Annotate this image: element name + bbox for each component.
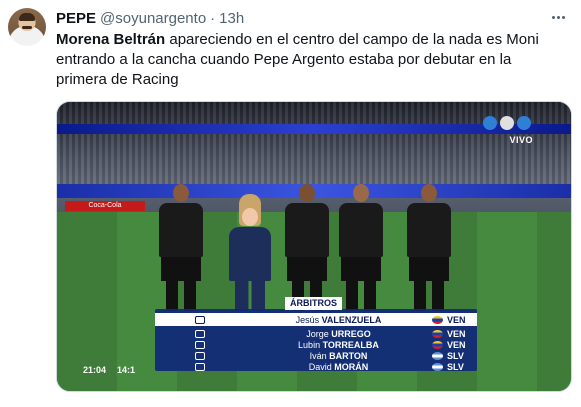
figure-shorts xyxy=(287,257,327,281)
figure-head xyxy=(299,184,315,202)
officials-caption-title: ÁRBITROS xyxy=(285,297,342,310)
referee-figure xyxy=(159,184,203,311)
figure-head xyxy=(173,184,189,202)
var-screen-icon xyxy=(195,362,205,371)
tweet-text: Morena Beltrán apareciendo en el centro … xyxy=(56,30,561,90)
official-last: BARTON xyxy=(329,350,368,361)
official-first: David xyxy=(308,361,332,372)
broadcaster-logo xyxy=(483,116,531,130)
avatar-mustache xyxy=(22,26,32,29)
figure-legs xyxy=(346,281,376,311)
tweet-header: PEPE @soyunargento · 13h xyxy=(56,9,244,27)
venezuela-flag-icon xyxy=(432,340,443,349)
tweet[interactable]: PEPE @soyunargento · 13h Morena Beltrán … xyxy=(0,0,581,407)
reporter-figure xyxy=(229,194,271,311)
figure-shirt xyxy=(407,203,451,257)
referee-figure xyxy=(339,184,383,311)
broadcast-clock: 21:04 xyxy=(83,365,107,375)
logo-dot xyxy=(517,116,531,130)
official-country: VEN xyxy=(447,339,466,350)
official-last: TORREALBA xyxy=(322,339,379,350)
official-first: Jesús xyxy=(295,314,320,325)
official-name: Jesús VALENZUELA xyxy=(205,315,432,325)
figure-shirt xyxy=(339,203,383,257)
figure-shorts xyxy=(409,257,449,281)
more-dot xyxy=(561,15,565,19)
official-first: Iván xyxy=(309,350,327,361)
official-last: URREGO xyxy=(331,328,371,339)
figure-head xyxy=(242,208,258,226)
figure-shirt xyxy=(229,227,271,281)
linesman-flag-icon xyxy=(195,329,205,338)
official-last: MORÁN xyxy=(334,361,369,372)
avatar[interactable] xyxy=(8,8,46,46)
separator: · xyxy=(210,9,216,27)
tweet-text-line3: primera de Racing xyxy=(56,71,179,88)
logo-dot xyxy=(483,116,497,130)
official-row: Jesús VALENZUELA VEN xyxy=(155,313,477,326)
author-name[interactable]: PEPE xyxy=(56,10,96,27)
whistle-icon xyxy=(195,315,205,324)
more-horizontal-icon[interactable] xyxy=(547,8,569,26)
figure-head xyxy=(353,184,369,202)
el-salvador-flag-icon xyxy=(432,351,443,360)
linesman-flag-icon xyxy=(195,340,205,349)
live-tag: VIVO xyxy=(509,135,533,145)
logo-dot xyxy=(500,116,514,130)
official-country: VEN xyxy=(447,328,466,339)
official-row: Iván BARTON SLV xyxy=(155,350,477,361)
official-country: SLV xyxy=(447,361,464,372)
referee-figure xyxy=(407,184,451,311)
official-name: Iván BARTON xyxy=(205,351,432,361)
venezuela-flag-icon xyxy=(432,315,443,324)
official-name: David MORÁN xyxy=(205,362,432,372)
official-row: Lubin TORREALBA VEN xyxy=(155,339,477,350)
figure-shirt xyxy=(285,203,329,257)
tweet-text-line1: apareciendo en el centro del campo de la… xyxy=(165,31,539,48)
figure-legs xyxy=(166,281,196,311)
mention-bold: Morena Beltrán xyxy=(56,31,166,48)
author-handle[interactable]: @soyunargento xyxy=(100,10,206,27)
official-name: Jorge URREGO xyxy=(205,329,432,339)
tweet-text-line2: entrando a la cancha cuando Pepe Argento… xyxy=(56,51,512,68)
official-country: SLV xyxy=(447,350,464,361)
ad-text: Coca-Cola xyxy=(88,202,122,209)
figure-shorts xyxy=(341,257,381,281)
cocacola-adboard: Coca-Cola xyxy=(65,201,145,211)
avatar-hair xyxy=(19,13,35,21)
official-last: VALENZUELA xyxy=(321,314,382,325)
more-dot xyxy=(551,15,555,19)
more-dot xyxy=(556,15,560,19)
official-first: Lubin xyxy=(298,339,321,350)
referee-figure xyxy=(285,184,329,311)
figure-shirt xyxy=(159,203,203,257)
venezuela-flag-icon xyxy=(432,329,443,338)
official-row: David MORÁN SLV xyxy=(155,361,477,372)
var-screen-icon xyxy=(195,351,205,360)
figure-legs xyxy=(235,281,265,311)
official-country: VEN xyxy=(447,314,466,325)
official-name: Lubin TORREALBA xyxy=(205,340,432,350)
figure-legs xyxy=(414,281,444,311)
el-salvador-flag-icon xyxy=(432,362,443,371)
timestamp[interactable]: 13h xyxy=(219,10,244,27)
figure-head xyxy=(421,184,437,202)
tweet-media[interactable]: Coca-Cola VIVO ÁRBITROS Jesús VALENZUELA… xyxy=(56,101,572,392)
official-first: Jorge xyxy=(306,328,329,339)
figure-shorts xyxy=(161,257,201,281)
official-row: Jorge URREGO VEN xyxy=(155,328,477,339)
broadcast-temperature: 14:1 xyxy=(117,365,136,375)
